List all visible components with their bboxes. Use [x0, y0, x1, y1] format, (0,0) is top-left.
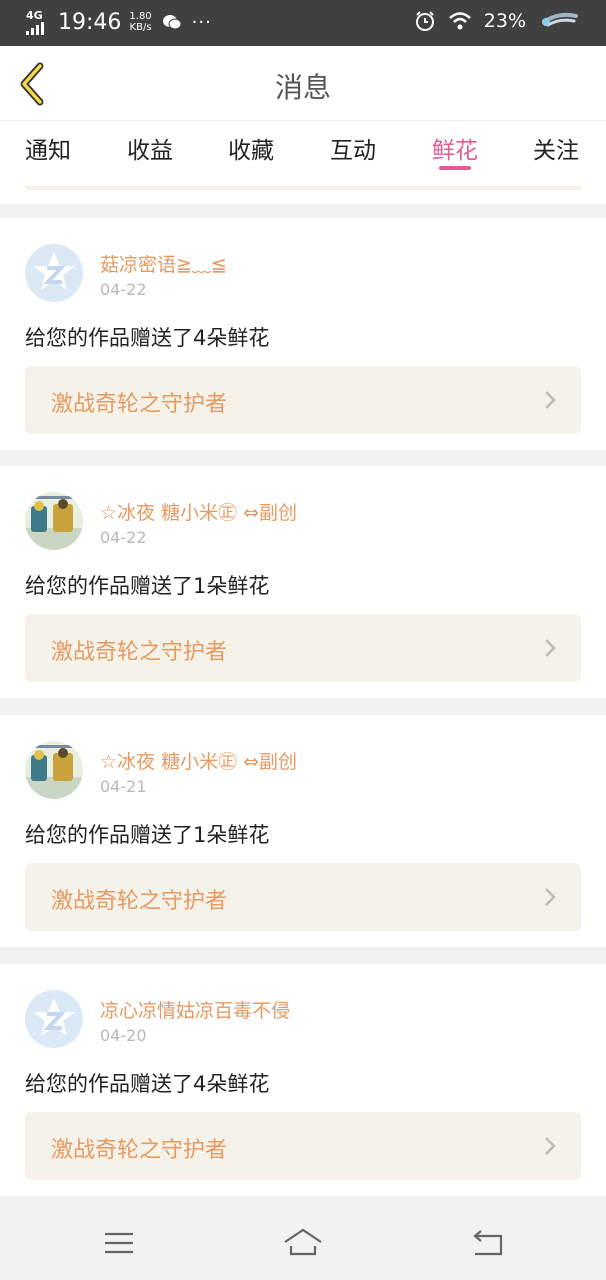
tab-bar: 通知 收益 收藏 互动 鲜花 关注 [0, 120, 606, 186]
tab-flowers[interactable]: 鲜花 [432, 131, 478, 165]
flower-message-card: ☆冰夜 糖小米㊣ ⇔副创 04-22 给您的作品赠送了1朵鲜花 激战奇轮之守护者 [0, 466, 606, 698]
system-nav-bar [0, 1204, 606, 1280]
wifi-icon [448, 12, 471, 30]
avatar[interactable] [25, 244, 83, 302]
chevron-right-icon [545, 391, 556, 409]
work-link[interactable]: 激战奇轮之守护者 [25, 1112, 581, 1180]
home-icon[interactable] [283, 1226, 323, 1260]
sender-name[interactable]: ☆冰夜 糖小米㊣ ⇔副创 [100, 747, 297, 774]
work-link[interactable]: 激战奇轮之守护者 [25, 614, 581, 682]
message-date: 04-22 [100, 528, 147, 547]
avatar[interactable] [25, 990, 83, 1048]
chevron-right-icon [545, 639, 556, 657]
more-notifications: ··· [191, 11, 212, 33]
work-title: 激战奇轮之守护者 [51, 1138, 228, 1163]
clock: 19:46 [58, 9, 122, 35]
signal-icon: 4G [24, 8, 48, 36]
message-date: 04-20 [100, 1026, 147, 1045]
sender-name[interactable]: ☆冰夜 糖小米㊣ ⇔副创 [100, 498, 297, 525]
menu-icon[interactable] [99, 1226, 139, 1260]
battery-level: 23% [483, 10, 526, 32]
network-speed: 1.80 KB/s [129, 11, 152, 33]
previous-card-edge [0, 186, 606, 204]
tab-earnings[interactable]: 收益 [127, 131, 173, 165]
work-link[interactable]: 激战奇轮之守护者 [25, 863, 581, 931]
default-avatar-icon [25, 244, 83, 302]
flower-message-card: ☆冰夜 糖小米㊣ ⇔副创 04-21 给您的作品赠送了1朵鲜花 激战奇轮之守护者 [0, 715, 606, 947]
default-avatar-icon [25, 990, 83, 1048]
message-date: 04-22 [100, 280, 147, 299]
network-type: 4G [26, 9, 43, 22]
status-bar: 4G 19:46 1.80 KB/s ··· 23% [0, 0, 606, 46]
work-title: 激战奇轮之守护者 [51, 640, 228, 665]
sender-name[interactable]: 菇凉密语≧﹏≦ [100, 250, 227, 277]
sender-name[interactable]: 凉心凉情姑凉百毒不侵 [100, 996, 290, 1023]
message-text: 给您的作品赠送了1朵鲜花 [25, 823, 270, 847]
avatar[interactable] [25, 741, 83, 799]
active-tab-indicator [439, 166, 471, 170]
chevron-right-icon [545, 1137, 556, 1155]
photo-avatar-icon [25, 741, 83, 799]
back-nav-icon[interactable] [467, 1226, 507, 1260]
page-title: 消息 [274, 71, 331, 104]
tab-notifications[interactable]: 通知 [25, 131, 71, 165]
work-title: 激战奇轮之守护者 [51, 889, 228, 914]
charging-comet-icon [542, 12, 578, 27]
tab-follows[interactable]: 关注 [533, 131, 579, 165]
alarm-icon [415, 11, 434, 31]
message-text: 给您的作品赠送了1朵鲜花 [25, 574, 270, 598]
tab-favorites[interactable]: 收藏 [228, 131, 274, 165]
wechat-icon [162, 15, 182, 30]
chevron-right-icon [545, 888, 556, 906]
avatar[interactable] [25, 492, 83, 550]
photo-avatar-icon [25, 492, 83, 550]
message-text: 给您的作品赠送了4朵鲜花 [25, 1072, 270, 1096]
work-title: 激战奇轮之守护者 [51, 392, 228, 417]
tab-interactions[interactable]: 互动 [330, 131, 376, 165]
header: 消息 [0, 46, 606, 120]
flower-message-card: 菇凉密语≧﹏≦ 04-22 给您的作品赠送了4朵鲜花 激战奇轮之守护者 [0, 218, 606, 450]
message-date: 04-21 [100, 777, 147, 796]
message-text: 给您的作品赠送了4朵鲜花 [25, 326, 270, 350]
work-link[interactable]: 激战奇轮之守护者 [25, 366, 581, 434]
flower-message-card: 凉心凉情姑凉百毒不侵 04-20 给您的作品赠送了4朵鲜花 激战奇轮之守护者 [0, 964, 606, 1196]
